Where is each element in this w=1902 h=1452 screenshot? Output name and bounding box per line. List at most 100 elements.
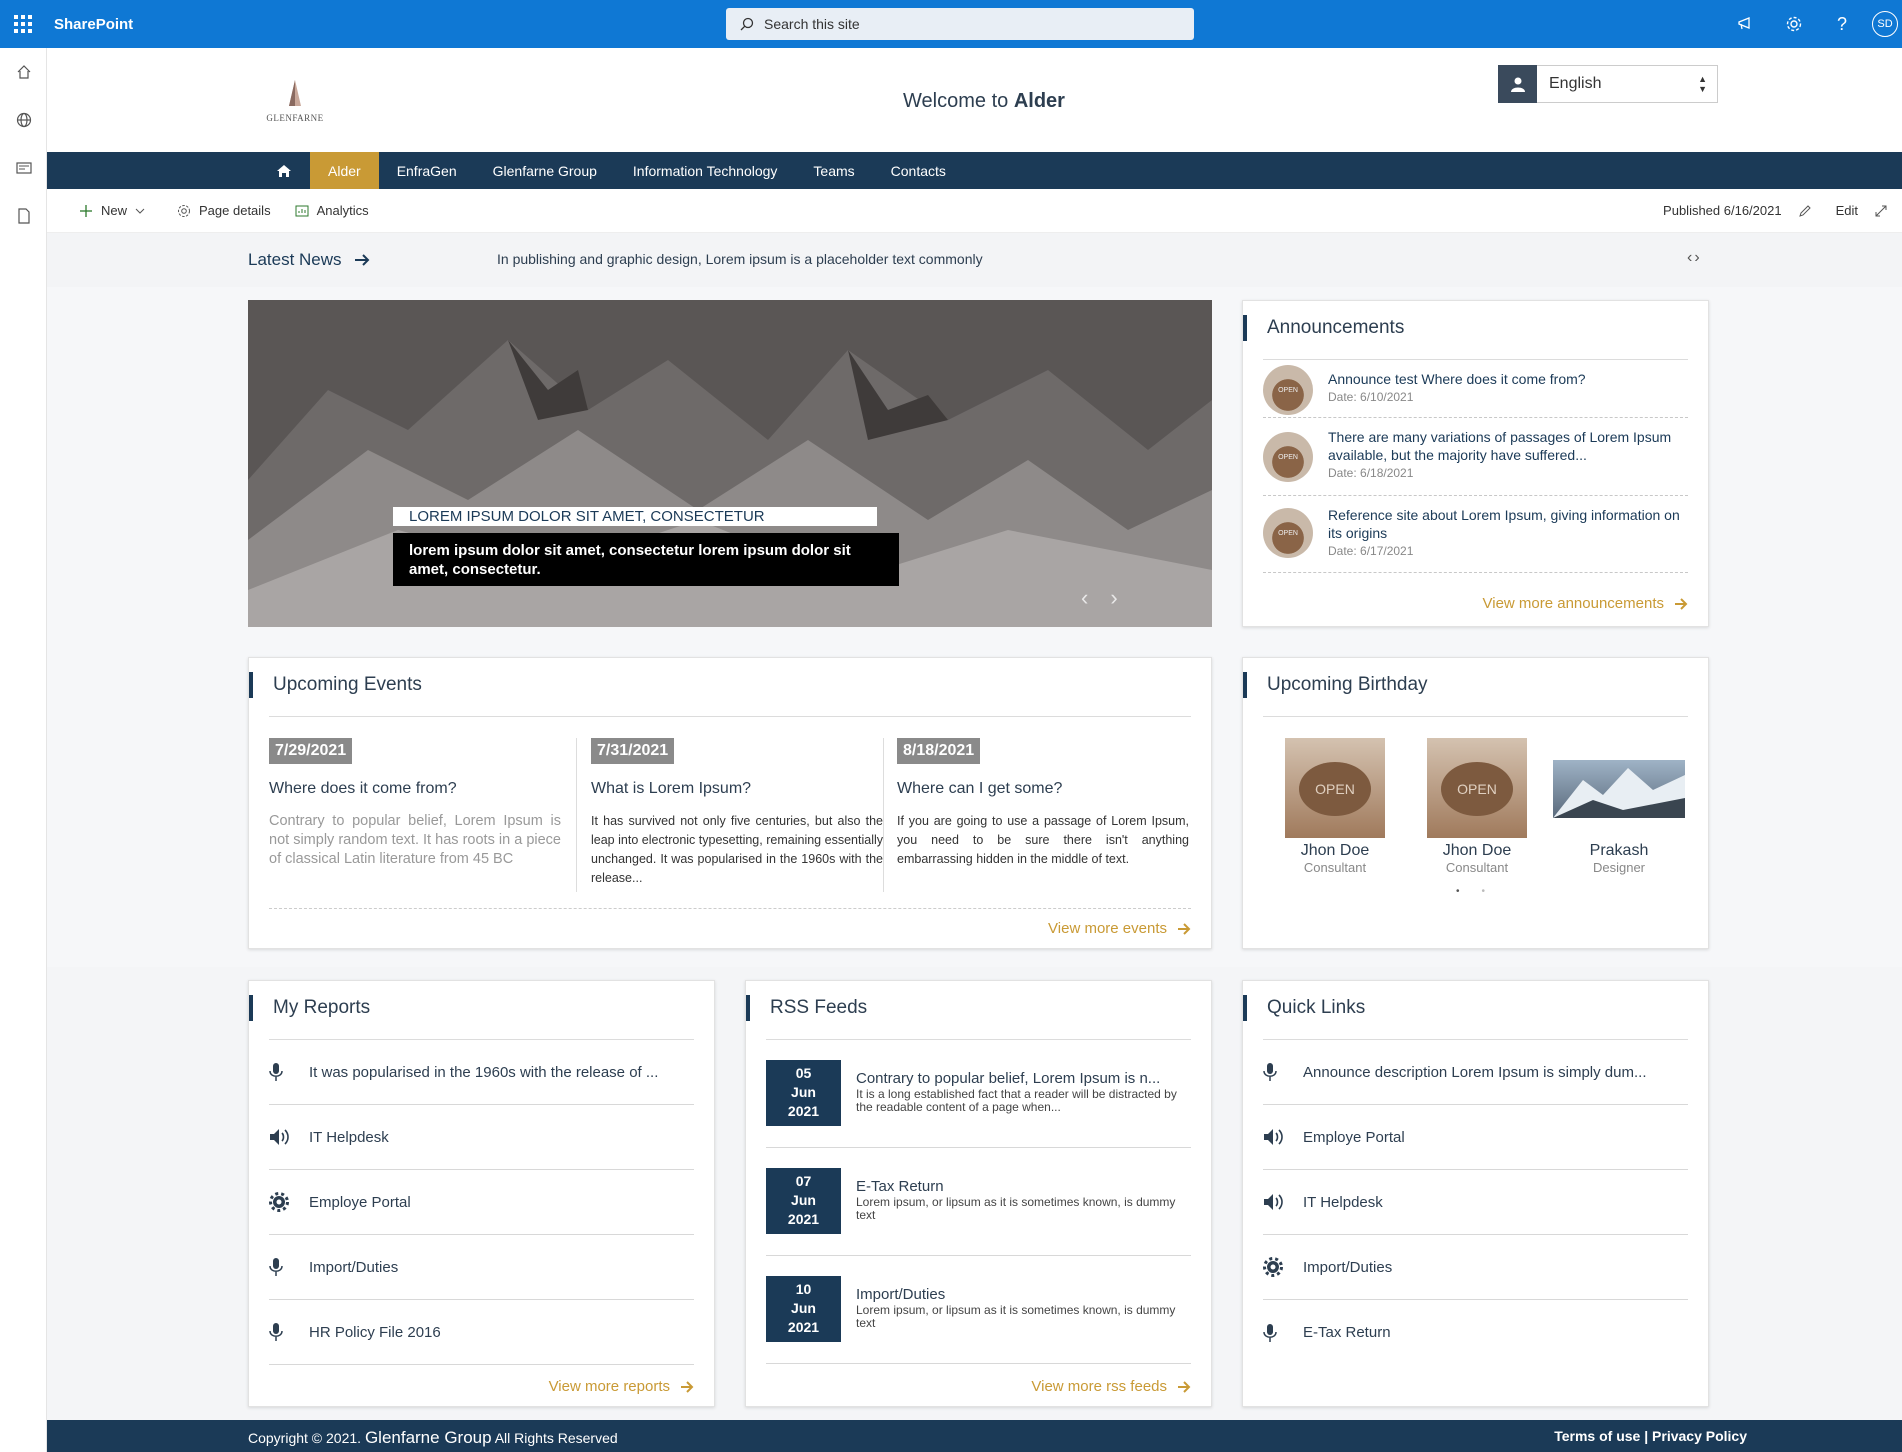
pencil-icon (1798, 204, 1811, 217)
nav-item-enfragen[interactable]: EnfraGen (379, 152, 475, 189)
help-icon[interactable]: ? (1818, 0, 1866, 48)
hero-caption-body: lorem ipsum dolor sit amet, consectetur … (393, 533, 899, 586)
rss-feeds-card: RSS Feeds 05 Jun 2021 Contrary to popula… (745, 980, 1212, 1407)
news-icon[interactable] (0, 144, 47, 192)
report-item[interactable]: IT Helpdesk (269, 1105, 694, 1170)
birthday-person[interactable]: OPEN Jhon Doe Consultant (1269, 738, 1401, 875)
microphone-icon (269, 1322, 309, 1342)
quick-link-label: Employe Portal (1303, 1128, 1405, 1146)
quick-link-label: Import/Duties (1303, 1258, 1393, 1276)
page-details-button[interactable]: Page details (177, 203, 271, 218)
nav-home[interactable] (258, 152, 310, 189)
person-role: Designer (1592, 860, 1646, 875)
quick-link-item[interactable]: Employe Portal (1263, 1105, 1688, 1170)
sharepoint-brand[interactable]: SharePoint (54, 16, 133, 33)
terms-link[interactable]: Terms of use (1554, 1428, 1640, 1444)
search-input[interactable]: Search this site (726, 8, 1194, 40)
rss-description: Lorem ipsum, or lipsum as it is sometime… (856, 1195, 1176, 1222)
person-photo: OPEN (1285, 738, 1385, 838)
rss-item[interactable]: 10 Jun 2021 Import/Duties Lorem ipsum, o… (766, 1256, 1191, 1364)
person-photo (1553, 760, 1685, 818)
gear-icon[interactable] (1770, 0, 1818, 48)
divider (576, 738, 577, 892)
announcement-item[interactable]: OPEN There are many variations of passag… (1263, 418, 1688, 496)
quick-link-label: Announce description Lorem Ipsum is simp… (1303, 1063, 1647, 1081)
announcement-item[interactable]: OPEN Reference site about Lorem Ipsum, g… (1263, 496, 1688, 573)
event-item[interactable]: 7/29/2021 Where does it come from? Contr… (269, 738, 561, 869)
event-item[interactable]: 7/31/2021 What is Lorem Ipsum? It has su… (591, 738, 883, 888)
user-avatar[interactable]: SD (1872, 11, 1898, 37)
globe-icon[interactable] (0, 96, 47, 144)
analytics-button[interactable]: Analytics (295, 203, 369, 218)
quick-links-card: Quick Links Announce description Lorem I… (1242, 980, 1709, 1407)
rss-item[interactable]: 05 Jun 2021 Contrary to popular belief, … (766, 1040, 1191, 1148)
latest-news-link[interactable]: Latest News (248, 250, 370, 270)
quick-link-item[interactable]: Import/Duties (1263, 1235, 1688, 1300)
news-nav-arrows[interactable]: ‹› (1687, 249, 1702, 267)
open-sign: OPEN (1441, 762, 1513, 816)
top-navigation: Alder EnfraGen Glenfarne Group Informati… (47, 152, 1902, 189)
report-item[interactable]: HR Policy File 2016 (269, 1300, 694, 1365)
view-more-reports-link[interactable]: View more reports (549, 1378, 694, 1395)
nav-item-alder[interactable]: Alder (310, 152, 379, 189)
language-select[interactable]: English ▲ ▼ (1498, 65, 1718, 103)
view-more-label: View more rss feeds (1031, 1378, 1167, 1395)
quick-link-item[interactable]: E-Tax Return (1263, 1300, 1688, 1365)
divider (1263, 716, 1688, 717)
rss-month: Jun (791, 1084, 816, 1100)
nav-item-teams[interactable]: Teams (795, 152, 872, 189)
hero-carousel[interactable]: LOREM IPSUM DOLOR SIT AMET, CONSECTETUR … (248, 300, 1212, 627)
view-more-rss-link[interactable]: View more rss feeds (1031, 1378, 1191, 1395)
birthday-person[interactable]: OPEN Jhon Doe Consultant (1411, 738, 1543, 875)
edit-button[interactable]: Edit (1798, 203, 1858, 218)
event-date-badge: 7/31/2021 (591, 738, 675, 764)
person-role: Consultant (1303, 860, 1367, 875)
search-placeholder: Search this site (764, 16, 860, 32)
footer-links: Terms of use | Privacy Policy (1554, 1428, 1747, 1444)
copyright-prefix: Copyright © 2021. (248, 1430, 362, 1446)
carousel-dots[interactable]: •• (1456, 886, 1507, 897)
report-item[interactable]: It was popularised in the 1960s with the… (269, 1040, 694, 1105)
report-label: Employe Portal (309, 1193, 411, 1211)
microphone-icon (269, 1257, 309, 1277)
new-button[interactable]: New (79, 203, 153, 218)
news-ticker-text[interactable]: In publishing and graphic design, Lorem … (497, 251, 983, 267)
rss-day: 10 (795, 1281, 812, 1297)
command-bar: New Page details Analytics Published 6/1… (47, 189, 1902, 233)
report-item[interactable]: Import/Duties (269, 1235, 694, 1300)
privacy-link[interactable]: Privacy Policy (1652, 1428, 1747, 1444)
report-label: HR Policy File 2016 (309, 1323, 441, 1341)
event-item[interactable]: 8/18/2021 Where can I get some? If you a… (897, 738, 1189, 869)
announcement-item[interactable]: OPEN Announce test Where does it come fr… (1263, 360, 1688, 418)
expand-icon[interactable] (1874, 204, 1888, 218)
announcement-text: There are many variations of passages of… (1328, 429, 1672, 463)
nav-item-glenfarne-group[interactable]: Glenfarne Group (475, 152, 615, 189)
view-more-announcements-link[interactable]: View more announcements (1483, 595, 1689, 612)
rss-description: Lorem ipsum, or lipsum as it is sometime… (856, 1303, 1176, 1330)
document-icon[interactable] (0, 192, 47, 240)
chevron-down-icon (135, 208, 145, 214)
microphone-icon (269, 1062, 309, 1082)
user-icon (1498, 65, 1537, 103)
nav-item-information-technology[interactable]: Information Technology (615, 152, 796, 189)
nav-item-contacts[interactable]: Contacts (873, 152, 964, 189)
gear-icon (1263, 1257, 1303, 1277)
app-launcher-icon[interactable] (0, 0, 46, 48)
carousel-arrows[interactable]: ‹› (1081, 585, 1140, 611)
birthday-person[interactable]: Prakash Designer (1553, 738, 1685, 875)
home-icon[interactable] (0, 48, 47, 96)
rss-item[interactable]: 07 Jun 2021 E-Tax Return Lorem ipsum, or… (766, 1148, 1191, 1256)
latest-news-bar: Latest News In publishing and graphic de… (47, 233, 1902, 287)
upcoming-events-title: Upcoming Events (249, 672, 422, 698)
report-item[interactable]: Employe Portal (269, 1170, 694, 1235)
quick-link-item[interactable]: IT Helpdesk (1263, 1170, 1688, 1235)
event-description: If you are going to use a passage of Lor… (897, 814, 1189, 866)
view-more-events-link[interactable]: View more events (1048, 920, 1191, 937)
event-title: Where does it come from? (269, 780, 457, 797)
quick-link-item[interactable]: Announce description Lorem Ipsum is simp… (1263, 1040, 1688, 1105)
rss-description: It is a long established fact that a rea… (856, 1087, 1177, 1114)
latest-news-label: Latest News (248, 250, 342, 269)
event-description: It has survived not only five centuries,… (591, 814, 883, 885)
person-photo: OPEN (1427, 738, 1527, 838)
megaphone-icon[interactable] (1722, 0, 1770, 48)
